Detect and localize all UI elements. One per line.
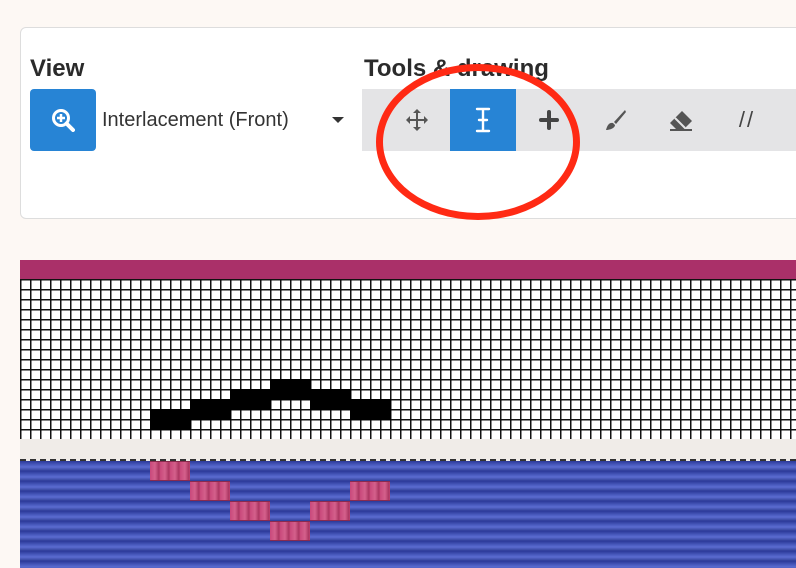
weft-float bbox=[150, 461, 190, 481]
draft-filled-cell[interactable] bbox=[190, 399, 231, 420]
view-mode-select[interactable]: Interlacement (Front) bbox=[102, 89, 348, 151]
view-mode-value: Interlacement (Front) bbox=[102, 109, 289, 131]
draft-separator bbox=[20, 439, 796, 461]
weft-float bbox=[190, 481, 230, 501]
weft-float bbox=[270, 521, 310, 541]
brush-tool-button[interactable] bbox=[582, 89, 648, 151]
fabric-preview bbox=[20, 461, 796, 568]
draft-filled-cell[interactable] bbox=[310, 389, 351, 410]
draft-grid[interactable] bbox=[20, 279, 796, 439]
weft-float bbox=[230, 501, 270, 521]
draft-filled-cell[interactable] bbox=[270, 379, 311, 400]
draft-filled-cell[interactable] bbox=[350, 399, 391, 420]
brush-icon bbox=[606, 110, 626, 130]
zoom-button[interactable] bbox=[30, 89, 96, 151]
line-tool-icon: // bbox=[738, 107, 756, 132]
weft-float bbox=[350, 481, 390, 501]
draft-filled-cell[interactable] bbox=[230, 389, 271, 410]
chevron-down-icon bbox=[332, 117, 344, 123]
draft-filled-cell[interactable] bbox=[150, 409, 191, 430]
zoom-in-icon bbox=[52, 109, 75, 132]
eraser-icon bbox=[670, 111, 692, 131]
weft-float bbox=[310, 501, 350, 521]
eraser-tool-button[interactable] bbox=[648, 89, 714, 151]
weft-color-strip bbox=[20, 260, 796, 279]
line-tool-button[interactable]: // bbox=[714, 89, 780, 151]
view-section-label: View bbox=[30, 55, 85, 82]
tool-highlight-circle bbox=[376, 64, 580, 220]
